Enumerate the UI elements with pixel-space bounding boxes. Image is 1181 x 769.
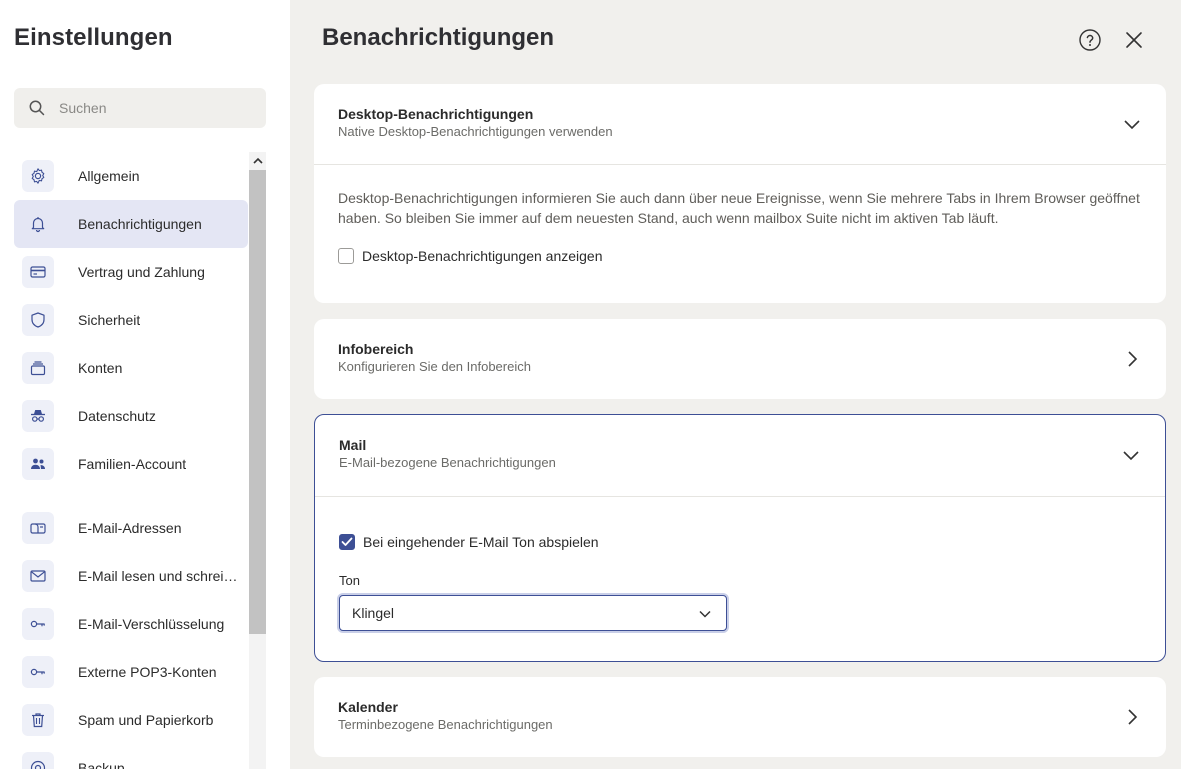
section-infobereich: Infobereich Konfigurieren Sie den Infobe… — [314, 319, 1166, 399]
sidebar-item-benachrichtigungen[interactable]: Benachrichtigungen — [14, 200, 248, 248]
chevron-right-icon — [1128, 709, 1138, 725]
sidebar-item-label: Sicherheit — [78, 312, 141, 328]
scrollbar-thumb[interactable] — [249, 170, 266, 634]
trash-icon — [22, 704, 54, 736]
key-icon — [22, 656, 54, 688]
sidebar-item-label: Allgemein — [78, 168, 140, 184]
gear-icon — [22, 160, 54, 192]
ton-select[interactable]: Klingel — [339, 595, 727, 631]
section-title: Infobereich — [338, 341, 414, 357]
section-title: Mail — [339, 437, 367, 453]
section-subtitle: Konfigurieren Sie den Infobereich — [338, 359, 531, 374]
backup-icon — [22, 752, 54, 769]
section-subtitle: Terminbezogene Benachrichtigungen — [338, 717, 553, 732]
incognito-icon — [22, 400, 54, 432]
sidebar-item-spam[interactable]: Spam und Papierkorb — [14, 696, 248, 744]
sidebar-item-label: Spam und Papierkorb — [78, 712, 214, 728]
sidebar-item-label: Externe POP3-Konten — [78, 664, 217, 680]
help-button[interactable] — [1078, 28, 1102, 52]
section-mail-header[interactable]: Mail E-Mail-bezogene Benachrichtigungen — [315, 415, 1165, 496]
sidebar-item-vertrag[interactable]: Vertrag und Zahlung — [14, 248, 248, 296]
sidebar-item-label: Benachrichtigungen — [78, 216, 202, 232]
chevron-down-icon — [699, 610, 711, 618]
sidebar-item-label: Vertrag und Zahlung — [78, 264, 205, 280]
search-input[interactable] — [59, 100, 249, 116]
ton-select-value: Klingel — [352, 605, 395, 621]
settings-nav: Allgemein Benachrichtigungen Vertrag und… — [14, 152, 248, 769]
sidebar-item-email-verschluesselung[interactable]: E-Mail-Verschlüsselung — [14, 600, 248, 648]
stacked-accounts-icon — [22, 352, 54, 384]
section-title: Desktop-Benachrichtigungen — [338, 106, 534, 122]
main-panel: Benachrichtigungen Desktop-Benachrichtig… — [290, 0, 1181, 769]
section-desktop-body: Desktop-Benachrichtigungen informieren S… — [314, 165, 1166, 264]
section-kalender-header[interactable]: Kalender Terminbezogene Benachrichtigung… — [314, 677, 1166, 757]
sidebar-item-allgemein[interactable]: Allgemein — [14, 152, 248, 200]
scroll-up-arrow-icon[interactable] — [249, 152, 266, 169]
bell-icon — [22, 208, 54, 240]
sidebar-item-label: E-Mail lesen und schreiben — [78, 568, 242, 584]
chevron-down-icon — [1123, 451, 1139, 461]
sidebar-item-sicherheit[interactable]: Sicherheit — [14, 296, 248, 344]
mailbox-icon — [22, 512, 54, 544]
sidebar-item-datenschutz[interactable]: Datenschutz — [14, 392, 248, 440]
close-icon — [1126, 32, 1142, 48]
sidebar-item-email-lesen[interactable]: E-Mail lesen und schreiben — [14, 552, 248, 600]
help-icon — [1079, 29, 1101, 51]
sidebar-item-email-adressen[interactable]: E-Mail-Adressen — [14, 504, 248, 552]
section-mail-body: Bei eingehender E-Mail Ton abspielen Ton… — [315, 497, 1165, 631]
sidebar-item-label: E-Mail-Verschlüsselung — [78, 616, 225, 632]
desktop-notifications-checkbox[interactable] — [338, 248, 354, 264]
sidebar-item-familien[interactable]: Familien-Account — [14, 440, 248, 488]
sidebar-scrollbar[interactable] — [249, 152, 266, 769]
sidebar-item-label: Konten — [78, 360, 123, 376]
section-mail: Mail E-Mail-bezogene Benachrichtigungen … — [314, 414, 1166, 662]
section-subtitle: E-Mail-bezogene Benachrichtigungen — [339, 455, 556, 470]
checkmark-icon — [341, 537, 353, 546]
settings-sidebar: Einstellungen Allgemein Benachrichtigung… — [0, 0, 290, 769]
sidebar-item-backup[interactable]: Backup — [14, 744, 248, 769]
sidebar-item-label: Backup — [78, 760, 125, 769]
sidebar-item-pop3[interactable]: Externe POP3-Konten — [14, 648, 248, 696]
checkbox-label: Desktop-Benachrichtigungen anzeigen — [362, 248, 603, 264]
section-infobereich-header[interactable]: Infobereich Konfigurieren Sie den Infobe… — [314, 319, 1166, 399]
desktop-description: Desktop-Benachrichtigungen informieren S… — [338, 190, 1140, 226]
play-sound-checkbox[interactable] — [339, 534, 355, 550]
play-sound-checkbox-row[interactable]: Bei eingehender E-Mail Ton abspielen — [339, 534, 1141, 550]
sidebar-title: Einstellungen — [14, 24, 173, 51]
search-box[interactable] — [14, 88, 266, 128]
checkbox-label: Bei eingehender E-Mail Ton abspielen — [363, 534, 599, 550]
shield-icon — [22, 304, 54, 336]
key-icon — [22, 608, 54, 640]
family-icon — [22, 448, 54, 480]
close-button[interactable] — [1122, 28, 1146, 52]
page-title: Benachrichtigungen — [322, 24, 555, 51]
envelope-icon — [22, 560, 54, 592]
section-title: Kalender — [338, 699, 398, 715]
chevron-right-icon — [1128, 351, 1138, 367]
credit-card-icon — [22, 256, 54, 288]
sidebar-item-konten[interactable]: Konten — [14, 344, 248, 392]
section-desktop-notifications: Desktop-Benachrichtigungen Native Deskto… — [314, 84, 1166, 303]
sidebar-item-label: Datenschutz — [78, 408, 156, 424]
chevron-down-icon — [1124, 120, 1140, 130]
section-subtitle: Native Desktop-Benachrichtigungen verwen… — [338, 124, 613, 139]
nav-group-gap — [14, 488, 248, 504]
search-icon — [29, 100, 45, 116]
sidebar-item-label: E-Mail-Adressen — [78, 520, 182, 536]
ton-label: Ton — [339, 573, 360, 588]
section-desktop-header[interactable]: Desktop-Benachrichtigungen Native Deskto… — [314, 84, 1166, 164]
desktop-notifications-checkbox-row[interactable]: Desktop-Benachrichtigungen anzeigen — [338, 248, 1142, 264]
section-kalender: Kalender Terminbezogene Benachrichtigung… — [314, 677, 1166, 757]
sidebar-item-label: Familien-Account — [78, 456, 187, 472]
